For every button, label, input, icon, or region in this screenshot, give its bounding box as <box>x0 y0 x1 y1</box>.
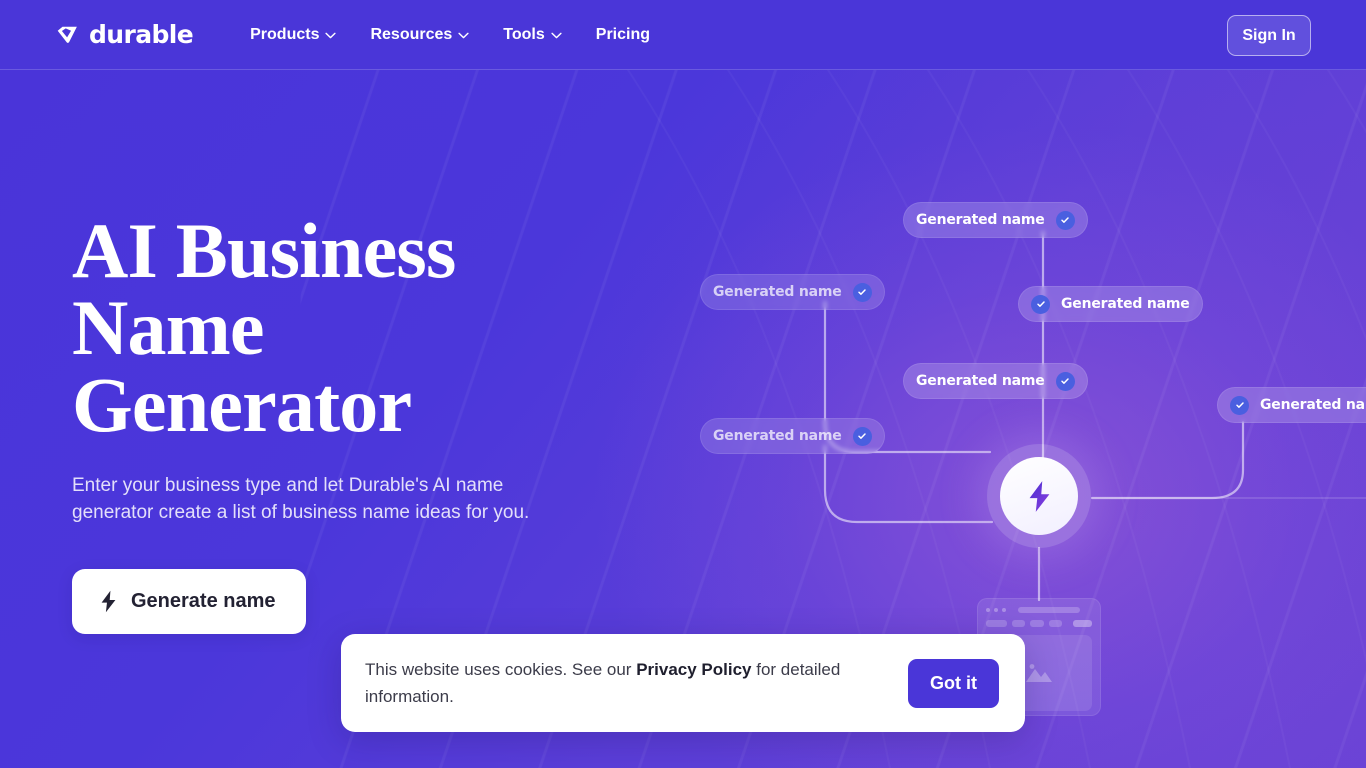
generate-name-button[interactable]: Generate name <box>72 568 306 634</box>
nav-label: Pricing <box>595 25 651 43</box>
browser-dot <box>986 608 990 612</box>
chevron-down-icon <box>551 32 562 39</box>
generated-name-pill[interactable]: Generated name <box>903 363 1088 399</box>
cookie-message: This website uses cookies. See our Priva… <box>365 656 892 710</box>
site-header: durable Products Resources Tools Pricing… <box>0 0 1366 70</box>
headline-line-2: Name <box>72 284 265 372</box>
browser-dot <box>1002 608 1006 612</box>
card-nav-chip <box>1011 620 1026 627</box>
pill-label: Generated name <box>713 284 842 300</box>
check-icon <box>1230 395 1249 415</box>
card-cta-chip <box>1072 620 1092 627</box>
chevron-down-icon <box>325 32 337 39</box>
pill-label: Generated name <box>713 428 842 444</box>
ai-hub-node[interactable] <box>987 444 1091 548</box>
accept-cookies-button[interactable]: Got it <box>908 658 999 708</box>
privacy-policy-link[interactable]: Privacy Policy <box>636 660 751 679</box>
generated-name-pill[interactable]: Generated name <box>903 202 1088 238</box>
nav-item-pricing[interactable]: Pricing <box>579 18 667 52</box>
image-placeholder-icon <box>1026 664 1052 682</box>
page-root: durable Products Resources Tools Pricing… <box>0 0 1366 768</box>
hub-inner-circle <box>1000 457 1078 535</box>
brand-name: durable <box>89 20 194 49</box>
nav-item-products[interactable]: Products <box>233 18 353 52</box>
generated-name-pill[interactable]: Generated name <box>1217 387 1366 423</box>
check-icon <box>1055 371 1075 391</box>
lightning-bolt-icon <box>1029 480 1049 512</box>
card-nav-chip <box>986 620 1007 627</box>
nav-label: Products <box>250 25 320 43</box>
pill-label: Generated name <box>1061 296 1190 312</box>
page-title: AI Business Name Generator <box>72 212 632 444</box>
nav-item-tools[interactable]: Tools <box>486 18 578 52</box>
check-icon <box>852 426 872 446</box>
nav-item-resources[interactable]: Resources <box>353 18 486 52</box>
hero-content: AI Business Name Generator Enter your bu… <box>72 212 632 634</box>
browser-url-bar <box>1018 607 1080 613</box>
card-nav-chip <box>1030 620 1044 627</box>
pill-label: Generated name <box>916 373 1045 389</box>
check-icon <box>852 282 872 302</box>
hero-subtitle: Enter your business type and let Durable… <box>72 474 530 524</box>
headline-line-3: Generator <box>72 361 412 449</box>
diamond-gem-icon <box>57 26 77 43</box>
cookie-text-before: This website uses cookies. See our <box>365 659 637 679</box>
main-nav: Products Resources Tools Pricing <box>233 18 667 52</box>
card-browser-bar <box>986 607 1092 613</box>
generated-name-pill[interactable]: Generated name <box>700 418 885 454</box>
card-nav-chip <box>1048 620 1062 627</box>
lightning-bolt-icon <box>101 590 116 612</box>
pill-label: Generated name <box>1260 397 1366 413</box>
generated-name-pill[interactable]: Generated name <box>1018 286 1203 322</box>
browser-dot <box>994 608 998 612</box>
generate-name-label: Generate name <box>131 589 276 612</box>
check-icon <box>1031 294 1050 314</box>
check-icon <box>1055 210 1075 230</box>
pill-label: Generated name <box>916 212 1045 228</box>
chevron-down-icon <box>458 32 469 39</box>
cookie-banner: This website uses cookies. See our Priva… <box>341 634 1025 732</box>
headline-line-1: AI Business <box>72 207 456 294</box>
nav-label: Tools <box>503 25 545 43</box>
card-nav-row <box>986 620 1092 627</box>
generated-name-pill[interactable]: Generated name <box>700 274 885 310</box>
brand-logo[interactable]: durable <box>55 20 194 49</box>
nav-label: Resources <box>370 25 453 43</box>
sign-in-button[interactable]: Sign In <box>1227 15 1311 56</box>
